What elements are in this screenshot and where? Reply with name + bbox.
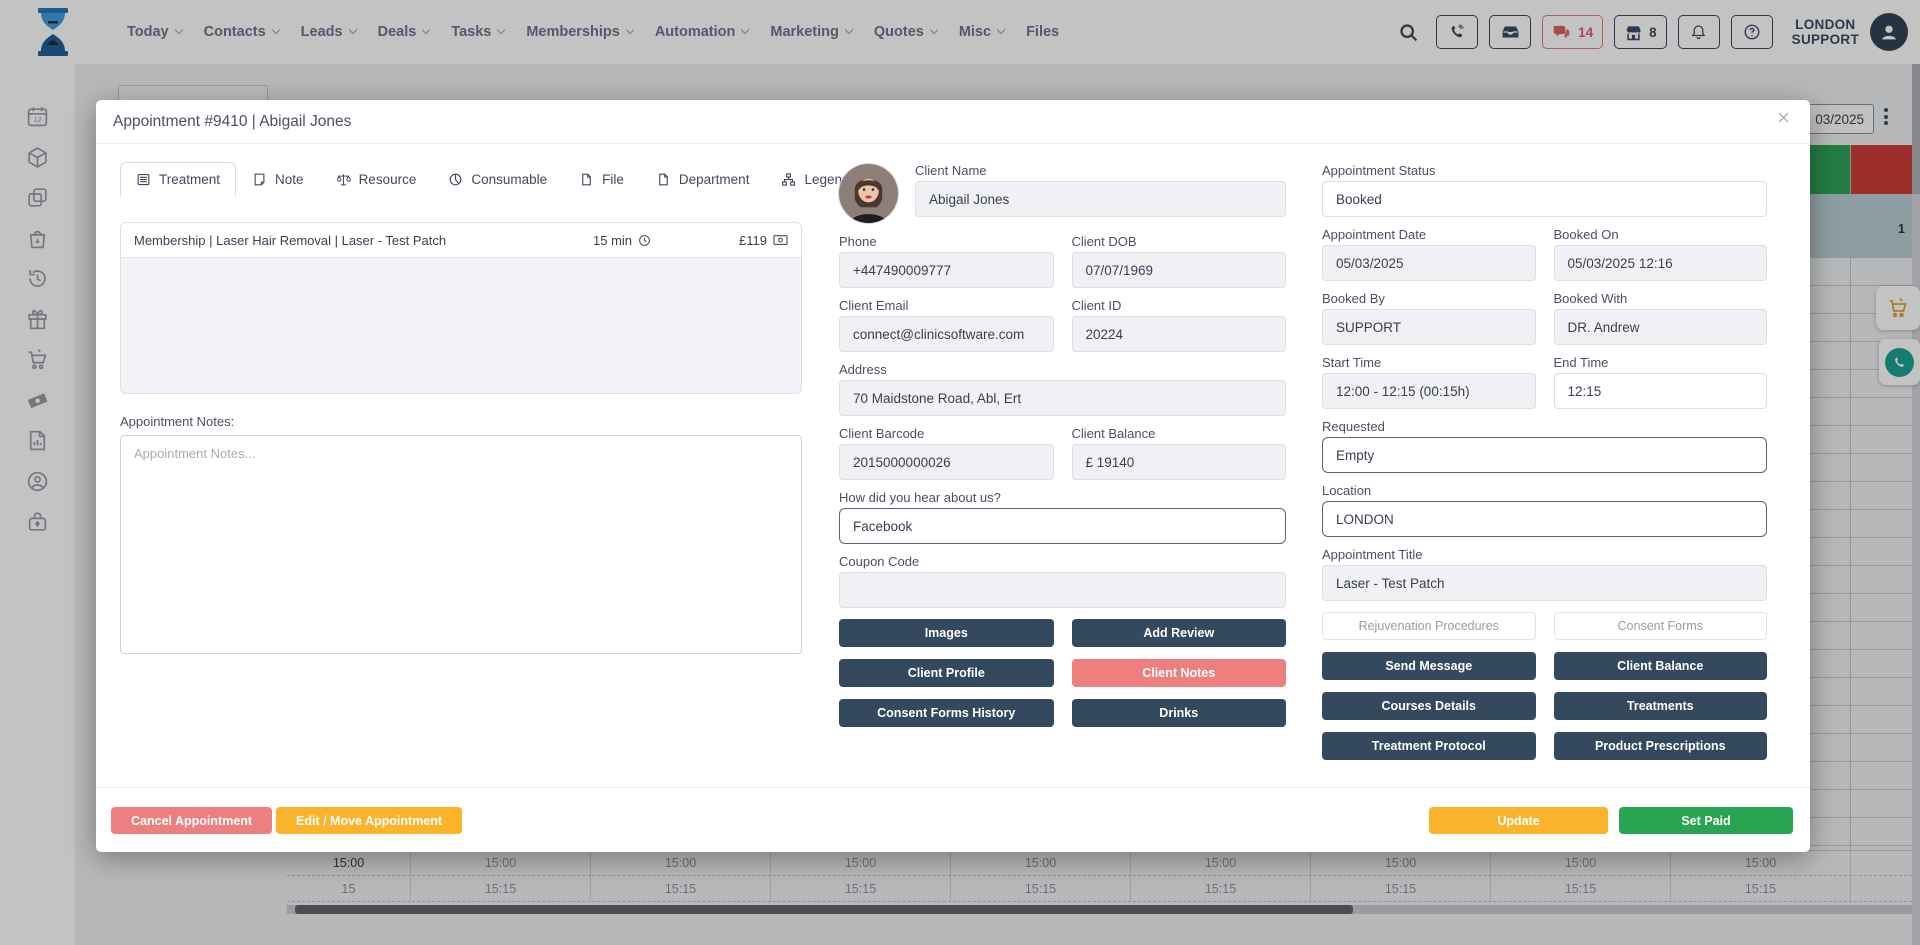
modal-title: Appointment #9410 | Abigail Jones	[113, 113, 351, 131]
booked-with-field: Booked With DR. Andrew	[1554, 292, 1768, 345]
client-profile-button[interactable]: Client Profile	[839, 659, 1054, 687]
phone-field: Phone +447490009777	[839, 235, 1054, 288]
scales-icon	[336, 172, 351, 187]
client-email-field: Client Email connect@clinicsoftware.com	[839, 299, 1054, 352]
coupon-code-input[interactable]	[839, 572, 1286, 608]
address-label: Address	[839, 363, 1286, 377]
start-time-input[interactable]: 12:00 - 12:15 (00:15h)	[1322, 373, 1536, 409]
hear-about-label: How did you hear about us?	[839, 491, 1286, 505]
appointment-notes-label: Appointment Notes:	[120, 414, 802, 429]
client-balance-button[interactable]: Client Balance	[1554, 652, 1768, 680]
client-column: Client Name Abigail Jones Phone +4474900…	[839, 164, 1286, 727]
appointment-actions: Rejuvenation Procedures Consent Forms Se…	[1322, 612, 1767, 760]
appointment-date-input[interactable]: 05/03/2025	[1322, 245, 1536, 281]
appointment-column: Appointment Status Booked Appointment Da…	[1322, 164, 1767, 760]
set-paid-button[interactable]: Set Paid	[1619, 807, 1793, 834]
appointment-status-select[interactable]: Booked	[1322, 181, 1767, 217]
client-balance-input[interactable]: £ 19140	[1072, 444, 1287, 480]
client-barcode-field: Client Barcode 2015000000026	[839, 427, 1054, 480]
clock-icon	[638, 234, 651, 247]
drinks-button[interactable]: Drinks	[1072, 699, 1287, 727]
images-button[interactable]: Images	[839, 619, 1054, 647]
appointment-modal: Appointment #9410 | Abigail Jones × Trea…	[96, 100, 1810, 852]
coupon-code-label: Coupon Code	[839, 555, 1286, 569]
consent-forms-button[interactable]: Consent Forms	[1554, 612, 1768, 640]
tab-treatment[interactable]: Treatment	[120, 162, 236, 196]
add-review-button[interactable]: Add Review	[1072, 619, 1287, 647]
send-message-button[interactable]: Send Message	[1322, 652, 1536, 680]
file-icon	[656, 172, 671, 187]
end-time-input[interactable]: 12:15	[1554, 373, 1768, 409]
tab-consumable[interactable]: Consumable	[432, 162, 563, 196]
requested-label: Requested	[1322, 420, 1767, 434]
rejuvenation-procedures-button[interactable]: Rejuvenation Procedures	[1322, 612, 1536, 640]
update-button[interactable]: Update	[1429, 807, 1608, 834]
treatment-column: Treatment Note Resource Consumable File …	[120, 162, 802, 659]
client-name-input[interactable]: Abigail Jones	[915, 181, 1286, 217]
modal-footer: Cancel Appointment Edit / Move Appointme…	[96, 787, 1810, 852]
treatment-protocol-button[interactable]: Treatment Protocol	[1322, 732, 1536, 760]
treatment-icon	[136, 172, 151, 187]
booked-on-field: Booked On 05/03/2025 12:16	[1554, 228, 1768, 281]
requested-select[interactable]: Empty	[1322, 437, 1767, 473]
client-notes-button[interactable]: Client Notes	[1072, 659, 1287, 687]
client-id-input[interactable]: 20224	[1072, 316, 1287, 352]
edit-move-appointment-button[interactable]: Edit / Move Appointment	[276, 807, 462, 834]
client-barcode-input[interactable]: 2015000000026	[839, 444, 1054, 480]
location-label: Location	[1322, 484, 1767, 498]
booked-with-input[interactable]: DR. Andrew	[1554, 309, 1768, 345]
treatment-price: £119	[739, 233, 788, 248]
client-dob-field: Client DOB 07/07/1969	[1072, 235, 1287, 288]
client-actions: Images Add Review Client Profile Client …	[839, 619, 1286, 727]
booked-on-input[interactable]: 05/03/2025 12:16	[1554, 245, 1768, 281]
hear-about-select[interactable]: Facebook	[839, 508, 1286, 544]
client-avatar[interactable]	[839, 164, 898, 223]
client-name-field: Client Name Abigail Jones	[915, 164, 1286, 223]
start-time-field: Start Time 12:00 - 12:15 (00:15h)	[1322, 356, 1536, 409]
phone-input[interactable]: +447490009777	[839, 252, 1054, 288]
client-name-label: Client Name	[915, 164, 1286, 178]
client-dob-input[interactable]: 07/07/1969	[1072, 252, 1287, 288]
product-prescriptions-button[interactable]: Product Prescriptions	[1554, 732, 1768, 760]
courses-details-button[interactable]: Courses Details	[1322, 692, 1536, 720]
consent-forms-history-button[interactable]: Consent Forms History	[839, 699, 1054, 727]
appointment-title-input[interactable]: Laser - Test Patch	[1322, 565, 1767, 601]
appointment-date-field: Appointment Date 05/03/2025	[1322, 228, 1536, 281]
tab-note[interactable]: Note	[236, 162, 320, 196]
tab-department[interactable]: Department	[640, 162, 766, 196]
location-select[interactable]: LONDON	[1322, 501, 1767, 537]
modal-tabs: Treatment Note Resource Consumable File …	[120, 162, 802, 196]
treatment-list-empty-area	[121, 258, 801, 394]
appointment-status-label: Appointment Status	[1322, 164, 1767, 178]
close-icon[interactable]: ×	[1777, 107, 1790, 129]
file-icon	[579, 172, 594, 187]
appointment-title-label: Appointment Title	[1322, 548, 1767, 562]
client-email-input[interactable]: connect@clinicsoftware.com	[839, 316, 1054, 352]
client-balance-field: Client Balance £ 19140	[1072, 427, 1287, 480]
cash-icon	[773, 234, 788, 246]
booked-by-input[interactable]: SUPPORT	[1322, 309, 1536, 345]
tab-file[interactable]: File	[563, 162, 640, 196]
treatment-name: Membership | Laser Hair Removal | Laser …	[134, 233, 593, 248]
address-input[interactable]: 70 Maidstone Road, Abl, Ert	[839, 380, 1286, 416]
booked-by-field: Booked By SUPPORT	[1322, 292, 1536, 345]
treatment-list: Membership | Laser Hair Removal | Laser …	[120, 222, 802, 394]
tab-resource[interactable]: Resource	[320, 162, 433, 196]
end-time-field: End Time 12:15	[1554, 356, 1768, 409]
treatment-row[interactable]: Membership | Laser Hair Removal | Laser …	[121, 223, 801, 258]
note-icon	[252, 172, 267, 187]
pie-clock-icon	[448, 172, 463, 187]
client-id-field: Client ID 20224	[1072, 299, 1287, 352]
modal-header: Appointment #9410 | Abigail Jones ×	[96, 100, 1810, 144]
treatment-duration: 15 min	[593, 233, 651, 248]
sitemap-icon	[781, 172, 796, 187]
treatments-button[interactable]: Treatments	[1554, 692, 1768, 720]
appointment-notes-input[interactable]	[120, 435, 802, 654]
cancel-appointment-button[interactable]: Cancel Appointment	[111, 807, 272, 834]
